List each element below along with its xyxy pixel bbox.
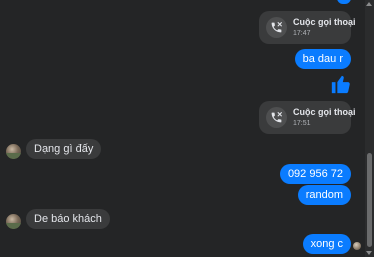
- seen-avatar: [353, 242, 361, 250]
- outgoing-bubble-partial[interactable]: [337, 0, 351, 4]
- avatar[interactable]: [6, 144, 21, 159]
- call-time: 17:47: [293, 30, 311, 37]
- call-card[interactable]: Cuộc gọi thoại 17:47: [259, 11, 356, 44]
- incoming-message[interactable]: De báo khách: [26, 209, 110, 229]
- call-icon-wrapper: [266, 107, 287, 128]
- thumbs-up-icon[interactable]: [330, 73, 352, 95]
- incoming-message[interactable]: Dạng gì đấy: [26, 139, 102, 159]
- call-card[interactable]: Cuộc gọi thoại 17:51: [259, 101, 356, 134]
- avatar[interactable]: [6, 214, 21, 229]
- call-icon-wrapper: [266, 17, 287, 38]
- scrollbar[interactable]: [365, 0, 374, 257]
- phone-missed-icon: [271, 22, 282, 33]
- outgoing-message[interactable]: random: [297, 185, 351, 205]
- call-title: Cuộc gọi thoại: [293, 17, 356, 27]
- call-title: Cuộc gọi thoại: [293, 107, 356, 117]
- phone-missed-icon: [271, 112, 282, 123]
- outgoing-message[interactable]: 092 956 72: [279, 164, 351, 184]
- outgoing-message[interactable]: ba dau r: [294, 49, 351, 69]
- scroll-down-icon[interactable]: [366, 251, 372, 255]
- chat-thread: Cuộc gọi thoại 17:47 ba dau r Cuộc gọi t…: [0, 0, 374, 257]
- outgoing-message[interactable]: xong c: [302, 234, 351, 254]
- call-time: 17:51: [293, 120, 311, 127]
- scrollbar-thumb[interactable]: [367, 153, 372, 247]
- scroll-up-icon[interactable]: [366, 2, 372, 6]
